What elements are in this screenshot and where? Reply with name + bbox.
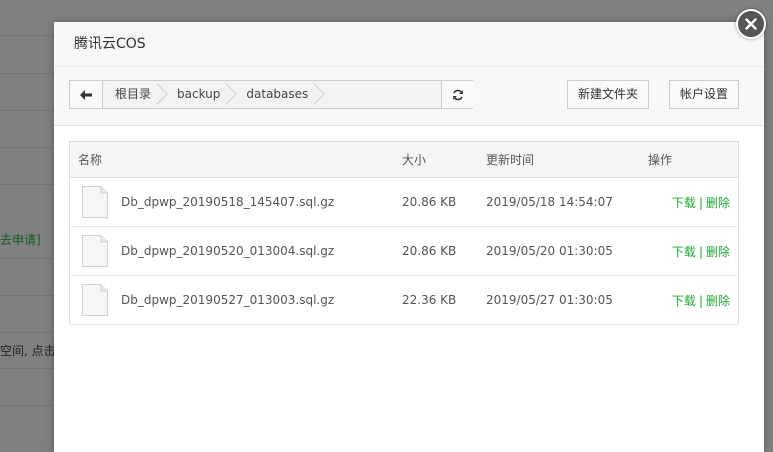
- breadcrumb-item-root[interactable]: 根目录: [103, 81, 165, 108]
- delete-link[interactable]: 删除: [706, 196, 730, 210]
- file-size: 20.86 KB: [401, 177, 485, 227]
- file-name[interactable]: Db_dpwp_20190527_013003.sql.gz: [121, 293, 334, 307]
- file-modified: 2019/05/18 14:54:07: [485, 177, 647, 227]
- action-separator: |: [698, 293, 703, 308]
- table-header-row: 名称 大小 更新时间 操作: [69, 141, 739, 178]
- divider: [0, 184, 60, 185]
- download-link[interactable]: 下载: [672, 245, 696, 259]
- new-folder-button[interactable]: 新建文件夹: [567, 80, 649, 109]
- file-icon: [82, 284, 108, 316]
- refresh-icon: [453, 89, 463, 100]
- cos-dialog: 腾讯云COS 根目录 backup databases 新建文件夹 帐户设置 名…: [54, 22, 764, 452]
- file-size: 22.36 KB: [401, 275, 485, 325]
- header-size: 大小: [401, 141, 485, 178]
- dialog-title: 腾讯云COS: [54, 22, 764, 67]
- divider: [0, 73, 60, 74]
- header-actions: 操作: [647, 141, 739, 178]
- back-button[interactable]: [70, 81, 103, 108]
- file-icon: [82, 235, 108, 267]
- arrow-left-icon: [80, 89, 92, 100]
- close-icon: [745, 18, 757, 30]
- file-size: 20.86 KB: [401, 226, 485, 276]
- account-settings-button[interactable]: 帐户设置: [669, 80, 739, 109]
- divider: [0, 332, 60, 333]
- close-button[interactable]: [736, 9, 766, 39]
- action-separator: |: [698, 195, 703, 210]
- divider: [0, 295, 60, 296]
- delete-link[interactable]: 删除: [706, 294, 730, 308]
- file-modified: 2019/05/27 01:30:05: [485, 275, 647, 325]
- background-text: 空间, 点击: [0, 344, 56, 358]
- action-separator: |: [698, 244, 703, 259]
- table-row: Db_dpwp_20190520_013004.sql.gz 20.86 KB …: [69, 226, 739, 276]
- file-table: 名称 大小 更新时间 操作 Db_dpwp_20190518_145407.sq…: [69, 141, 739, 325]
- divider: [0, 368, 60, 369]
- file-name[interactable]: Db_dpwp_20190520_013004.sql.gz: [121, 244, 334, 258]
- background-link-text: 去申请]: [0, 233, 41, 247]
- divider: [0, 405, 60, 406]
- table-row: Db_dpwp_20190518_145407.sql.gz 20.86 KB …: [69, 177, 739, 227]
- header-modified: 更新时间: [485, 141, 647, 178]
- table-row: Db_dpwp_20190527_013003.sql.gz 22.36 KB …: [69, 275, 739, 325]
- file-modified: 2019/05/20 01:30:05: [485, 226, 647, 276]
- divider: [0, 258, 60, 259]
- toolbar: 根目录 backup databases 新建文件夹 帐户设置: [54, 67, 764, 126]
- refresh-button[interactable]: [441, 81, 474, 108]
- file-icon: [82, 186, 108, 218]
- breadcrumb-item-backup[interactable]: backup: [165, 81, 234, 108]
- file-name[interactable]: Db_dpwp_20190518_145407.sql.gz: [121, 195, 334, 209]
- delete-link[interactable]: 删除: [706, 245, 730, 259]
- divider: [0, 147, 60, 148]
- divider: [0, 35, 60, 36]
- breadcrumb: 根目录 backup databases: [69, 80, 474, 109]
- download-link[interactable]: 下载: [672, 294, 696, 308]
- header-name: 名称: [69, 141, 401, 178]
- breadcrumb-item-databases[interactable]: databases: [234, 81, 322, 108]
- download-link[interactable]: 下载: [672, 196, 696, 210]
- divider: [0, 110, 60, 111]
